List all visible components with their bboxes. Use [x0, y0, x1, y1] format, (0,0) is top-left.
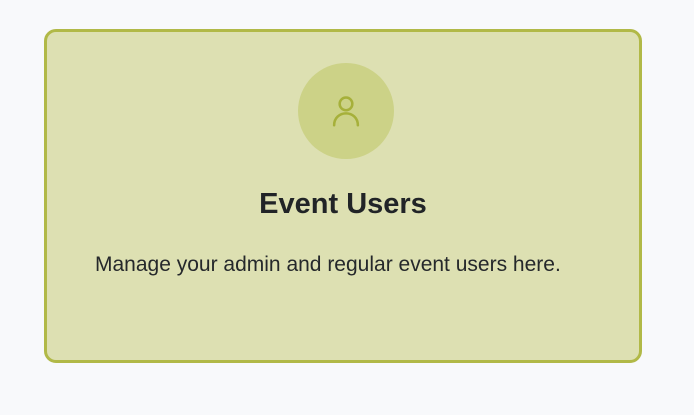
- event-users-card[interactable]: Event Users Manage your admin and regula…: [44, 29, 642, 363]
- card-title: Event Users: [259, 188, 427, 220]
- user-icon: [332, 96, 360, 127]
- user-icon-badge: [298, 63, 394, 159]
- card-description: Manage your admin and regular event user…: [95, 253, 561, 276]
